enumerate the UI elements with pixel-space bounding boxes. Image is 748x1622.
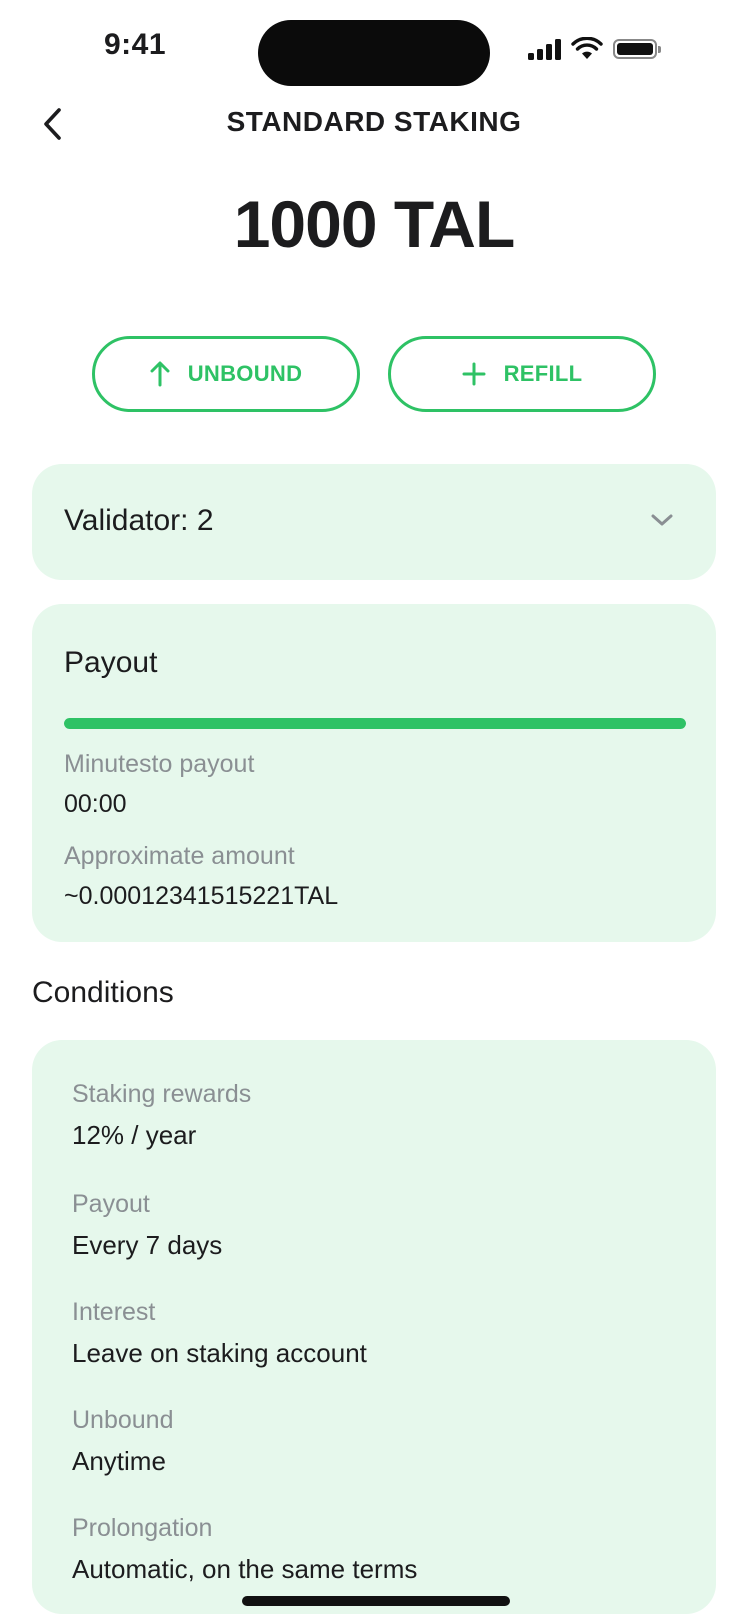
payout-card: Payout Minutesto payout 00:00 Approximat… <box>32 604 716 942</box>
condition-value: Leave on staking account <box>72 1338 367 1368</box>
payout-progress-fill <box>64 718 686 729</box>
arrow-up-icon <box>150 361 170 387</box>
condition-label: Staking rewards <box>72 1080 252 1108</box>
refill-button-label: REFILL <box>503 361 583 386</box>
minutes-to-payout-value: 00:00 <box>64 790 127 818</box>
condition-value: Every 7 days <box>72 1230 223 1260</box>
validator-dropdown[interactable]: Validator: 2 <box>32 464 716 580</box>
condition-label: Unbound <box>72 1406 174 1434</box>
status-icons <box>528 34 661 64</box>
approximate-amount-value: ~0.00012341515221TAL <box>64 882 339 910</box>
staking-balance: 1000 TAL <box>233 187 516 261</box>
chevron-down-icon <box>651 514 673 526</box>
dynamic-island <box>258 20 490 86</box>
condition-value: Anytime <box>72 1446 166 1476</box>
approximate-amount-label: Approximate amount <box>64 842 295 870</box>
payout-title: Payout <box>64 646 158 679</box>
wifi-icon <box>571 37 603 59</box>
home-indicator <box>242 1596 510 1606</box>
unbound-button-label: UNBOUND <box>187 361 303 386</box>
condition-value: 12% / year <box>72 1120 197 1150</box>
condition-label: Interest <box>72 1298 156 1326</box>
plus-icon <box>462 362 486 386</box>
status-time: 9:41 <box>104 28 167 61</box>
unbound-button[interactable]: UNBOUND <box>92 336 360 412</box>
validator-label: Validator: 2 <box>64 504 214 537</box>
payout-progress-bar <box>64 718 686 729</box>
minutes-to-payout-label: Minutesto payout <box>64 750 255 778</box>
page-title: STANDARD STAKING <box>226 106 522 137</box>
condition-label: Payout <box>72 1190 150 1218</box>
battery-icon <box>613 39 661 59</box>
conditions-title: Conditions <box>32 976 174 1009</box>
cellular-signal-icon <box>528 38 561 60</box>
status-bar: 9:41 <box>0 0 748 100</box>
condition-value: Automatic, on the same terms <box>72 1554 418 1584</box>
conditions-card: Staking rewards 12% / year Payout Every … <box>32 1040 716 1614</box>
refill-button[interactable]: REFILL <box>388 336 656 412</box>
condition-label: Prolongation <box>72 1514 213 1542</box>
